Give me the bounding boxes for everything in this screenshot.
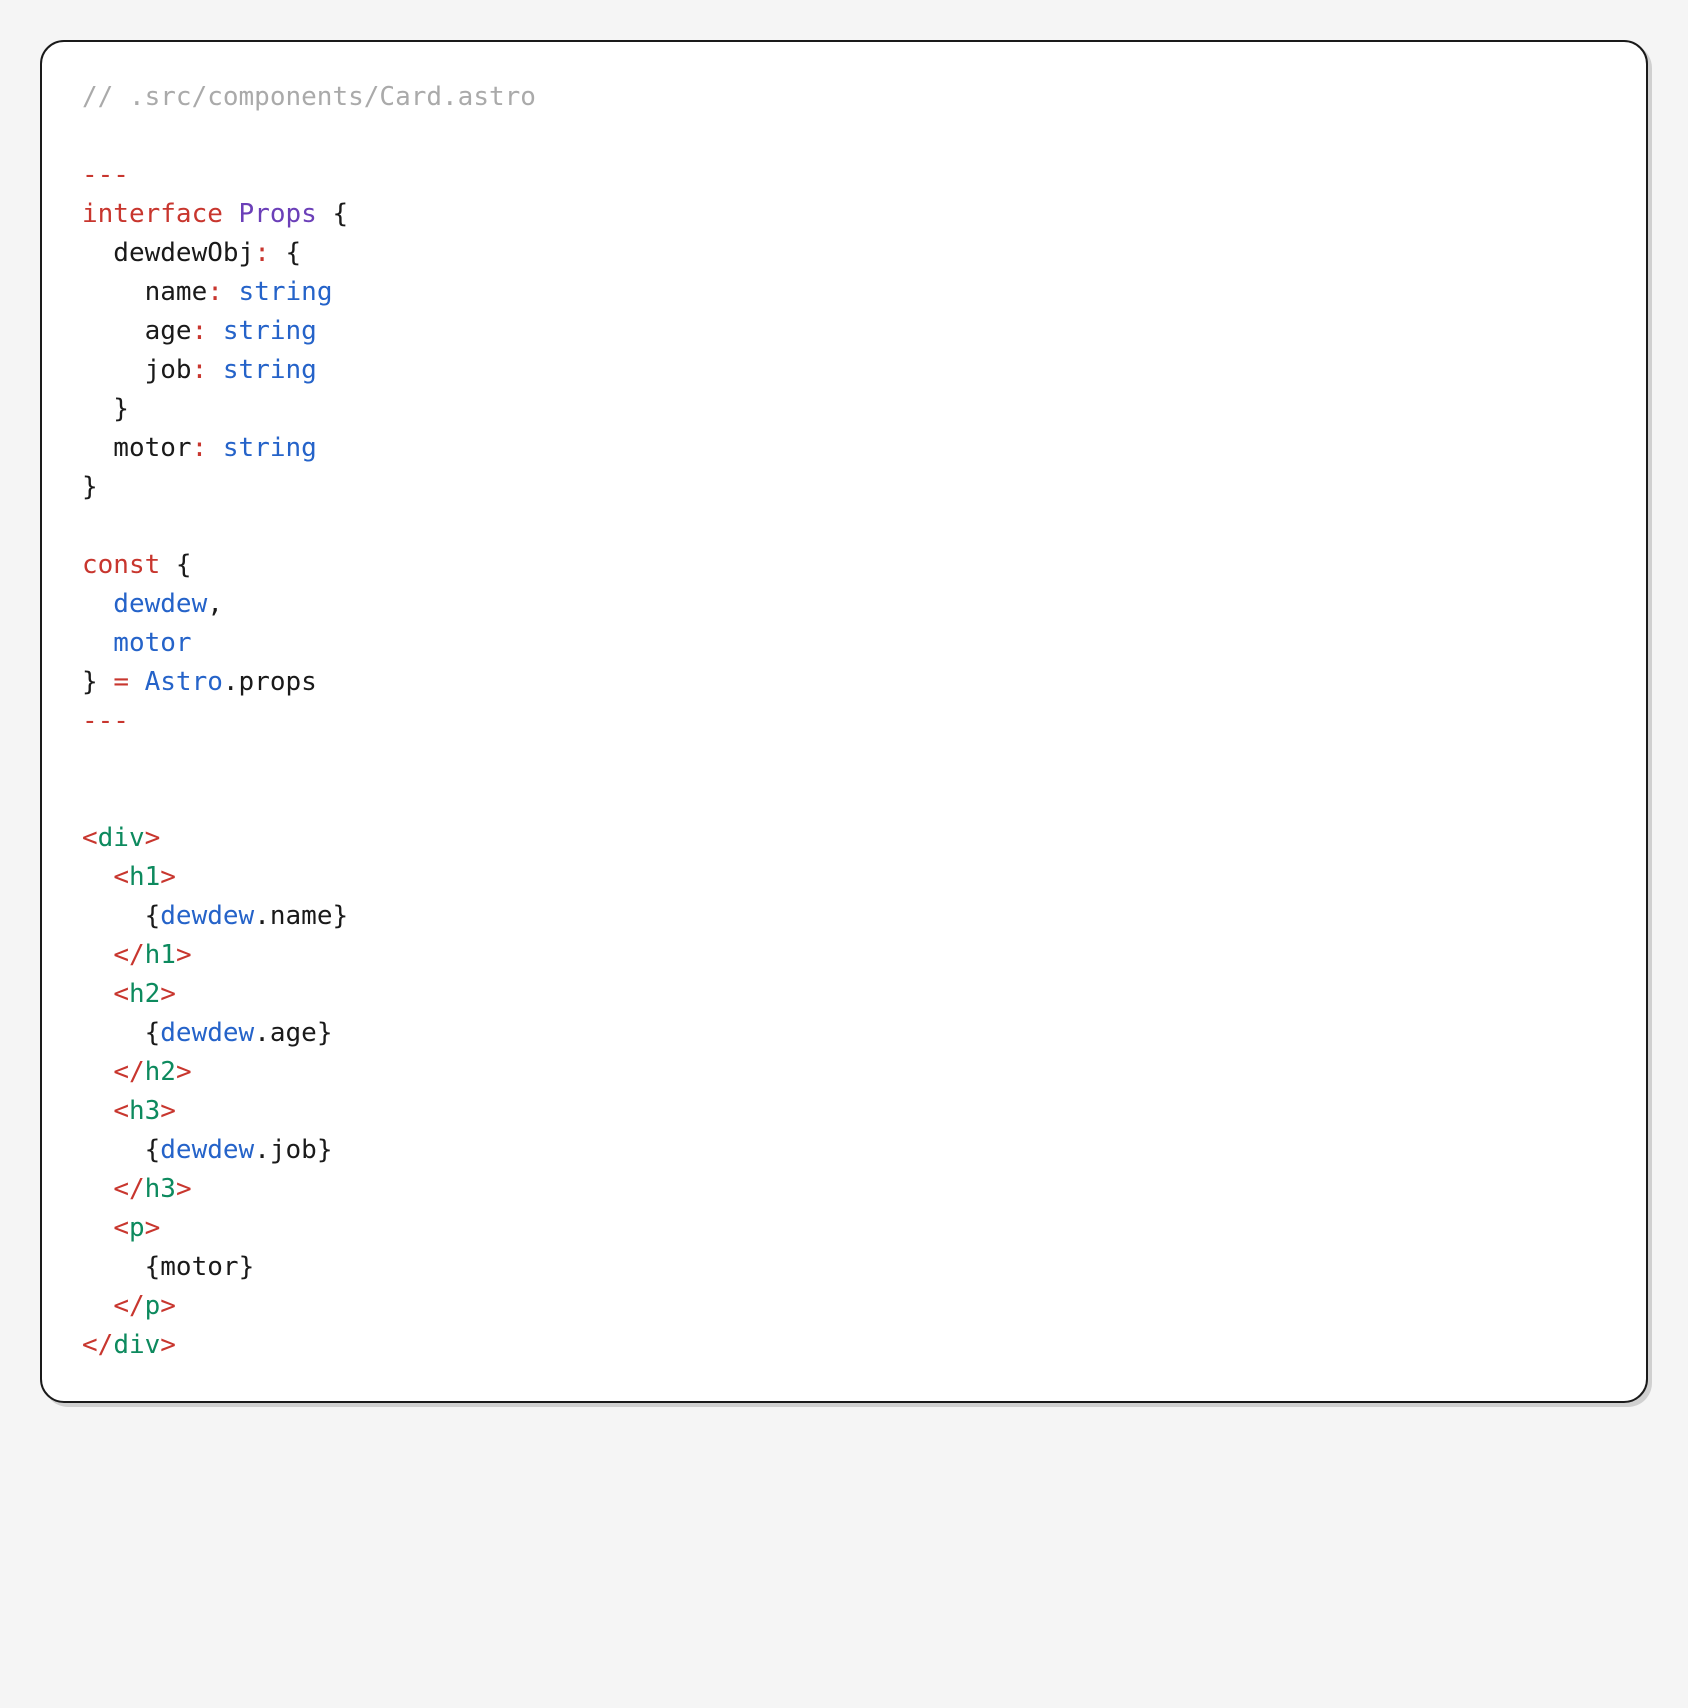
type-name-props: Props xyxy=(239,199,317,229)
keyword-const: const xyxy=(82,550,160,580)
keyword-interface: interface xyxy=(82,199,223,229)
tag-p: p xyxy=(129,1213,145,1243)
frontmatter-fence-close: --- xyxy=(82,706,129,736)
tag-h3: h3 xyxy=(129,1096,160,1126)
code-block: // .src/components/Card.astro --- interf… xyxy=(40,40,1648,1403)
tag-h2: h2 xyxy=(129,979,160,1009)
tag-h1: h1 xyxy=(129,862,160,892)
code-comment: // .src/components/Card.astro xyxy=(82,82,536,112)
tag-div: div xyxy=(98,823,145,853)
frontmatter-fence-open: --- xyxy=(82,160,129,190)
code-content: // .src/components/Card.astro --- interf… xyxy=(82,78,1606,1365)
